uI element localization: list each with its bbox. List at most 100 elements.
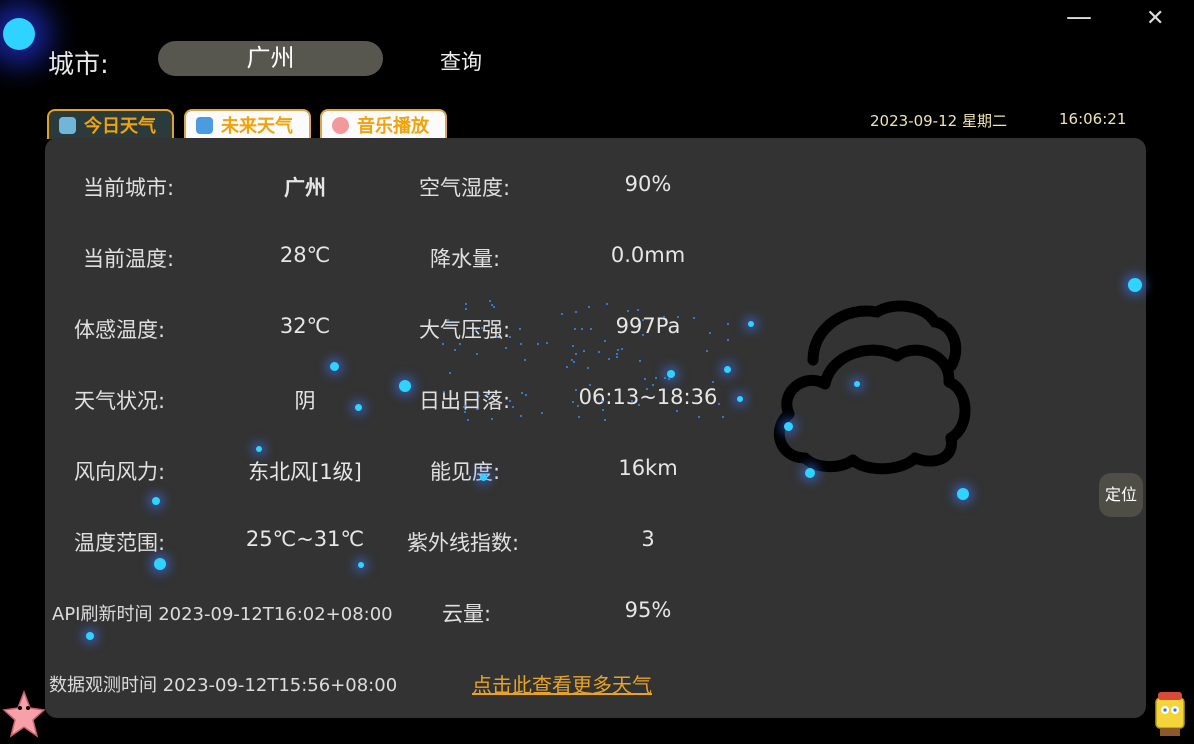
spark-particle (442, 390, 445, 393)
row-label: 能见度: (430, 460, 501, 484)
spark-particle (504, 347, 507, 350)
spark-particle (508, 399, 511, 402)
row-value: 东北风[1级] (248, 460, 362, 484)
query-button[interactable]: 查询 (440, 46, 482, 76)
glow-orb (3, 18, 35, 50)
tab-label: 音乐播放 (357, 116, 429, 137)
spark-particle (545, 342, 548, 344)
spark-particle (697, 416, 700, 419)
row-value: 16km (618, 456, 678, 480)
spark-particle (477, 395, 480, 398)
spark-particle (575, 352, 578, 355)
spark-particle (705, 349, 708, 352)
spark-particle (466, 418, 469, 421)
spark-particle (603, 418, 606, 421)
spark-particle (638, 359, 641, 362)
spark-particle (459, 342, 462, 345)
row-label: 紫外线指数: (407, 531, 520, 555)
row-value: 阴 (294, 389, 316, 413)
spark-particle (573, 327, 576, 330)
particle (667, 370, 675, 378)
row-value: 3 (641, 527, 655, 551)
particle (737, 396, 743, 402)
spark-particle (641, 318, 644, 321)
music-icon (332, 116, 349, 134)
spark-particle (486, 392, 489, 395)
particle (1128, 278, 1142, 292)
forecast-icon (196, 116, 213, 134)
tab-today-weather[interactable]: 今日天气 (47, 109, 174, 139)
row-value: 90% (624, 172, 672, 196)
date-display: 2023-09-12 星期二 (870, 112, 1007, 130)
city-input[interactable]: 广州 (158, 41, 383, 76)
particle (358, 562, 364, 568)
cloudy-weather-icon (773, 300, 971, 475)
spark-particle (615, 352, 618, 355)
particle (784, 422, 793, 431)
spark-particle (576, 404, 579, 407)
spark-particle (604, 339, 607, 342)
particle (854, 381, 860, 387)
api-refresh-time: API刷新时间 2023-09-12T16:02+08:00 (52, 604, 393, 625)
row-value: 32℃ (279, 314, 331, 338)
time-display: 16:06:21 (1059, 110, 1127, 128)
row-value: 06:13~18:36 (578, 385, 718, 409)
row-value: 28℃ (279, 243, 331, 267)
particle (256, 446, 262, 452)
spark-particle (630, 399, 633, 402)
spark-particle (565, 366, 568, 369)
cloud-label: 云量: (442, 602, 492, 626)
spark-particle (463, 405, 466, 408)
locate-button[interactable]: 定位 (1099, 473, 1143, 517)
particle (154, 558, 166, 570)
observation-time: 数据观测时间 2023-09-12T15:56+08:00 (49, 675, 398, 696)
spark-particle (589, 328, 592, 331)
particle (330, 362, 339, 371)
spark-particle (601, 408, 604, 411)
tab-label: 未来天气 (221, 116, 293, 137)
weather-panel (45, 138, 1146, 718)
particle (86, 632, 94, 640)
particle (724, 366, 731, 373)
spark-particle (572, 360, 575, 363)
row-label: 天气状况: (74, 389, 166, 413)
tab-label: 今日天气 (84, 116, 156, 137)
row-label: 降水量: (430, 247, 501, 271)
spark-particle (476, 407, 479, 410)
more-weather-link[interactable]: 点击此查看更多天气 (472, 669, 652, 698)
spark-particle (509, 335, 512, 338)
spark-particle (537, 342, 540, 345)
particle (152, 497, 160, 505)
particle (748, 321, 754, 327)
particle (480, 474, 487, 481)
city-label: 城市: (48, 50, 109, 80)
particle (355, 404, 362, 411)
row-label: 风向风力: (74, 460, 166, 484)
spark-particle (676, 409, 679, 412)
spark-particle (662, 315, 665, 318)
starfish-mascot-icon (2, 690, 46, 738)
row-label: 大气压强: (419, 318, 511, 342)
spark-particle (652, 383, 655, 386)
spark-particle (448, 372, 451, 375)
spark-particle (708, 331, 711, 334)
spark-particle (726, 322, 729, 325)
spark-particle (655, 376, 658, 379)
spark-particle (601, 399, 604, 402)
close-button[interactable]: ✕ (1146, 6, 1164, 32)
particle (399, 380, 411, 392)
spark-particle (726, 338, 729, 341)
spark-particle (480, 326, 483, 329)
row-value: 0.0mm (610, 243, 686, 267)
particle (805, 468, 815, 478)
spark-particle (464, 302, 467, 305)
minimize-button[interactable]: — (1066, 4, 1092, 30)
tab-music-player[interactable]: 音乐播放 (320, 109, 447, 139)
spark-particle (575, 310, 578, 313)
particle (957, 488, 969, 500)
row-value: 997Pa (615, 314, 681, 338)
spark-particle (520, 414, 522, 417)
cloud-value: 95% (624, 598, 672, 622)
tab-future-weather[interactable]: 未来天气 (184, 109, 311, 139)
row-label: 当前温度: (83, 247, 175, 271)
